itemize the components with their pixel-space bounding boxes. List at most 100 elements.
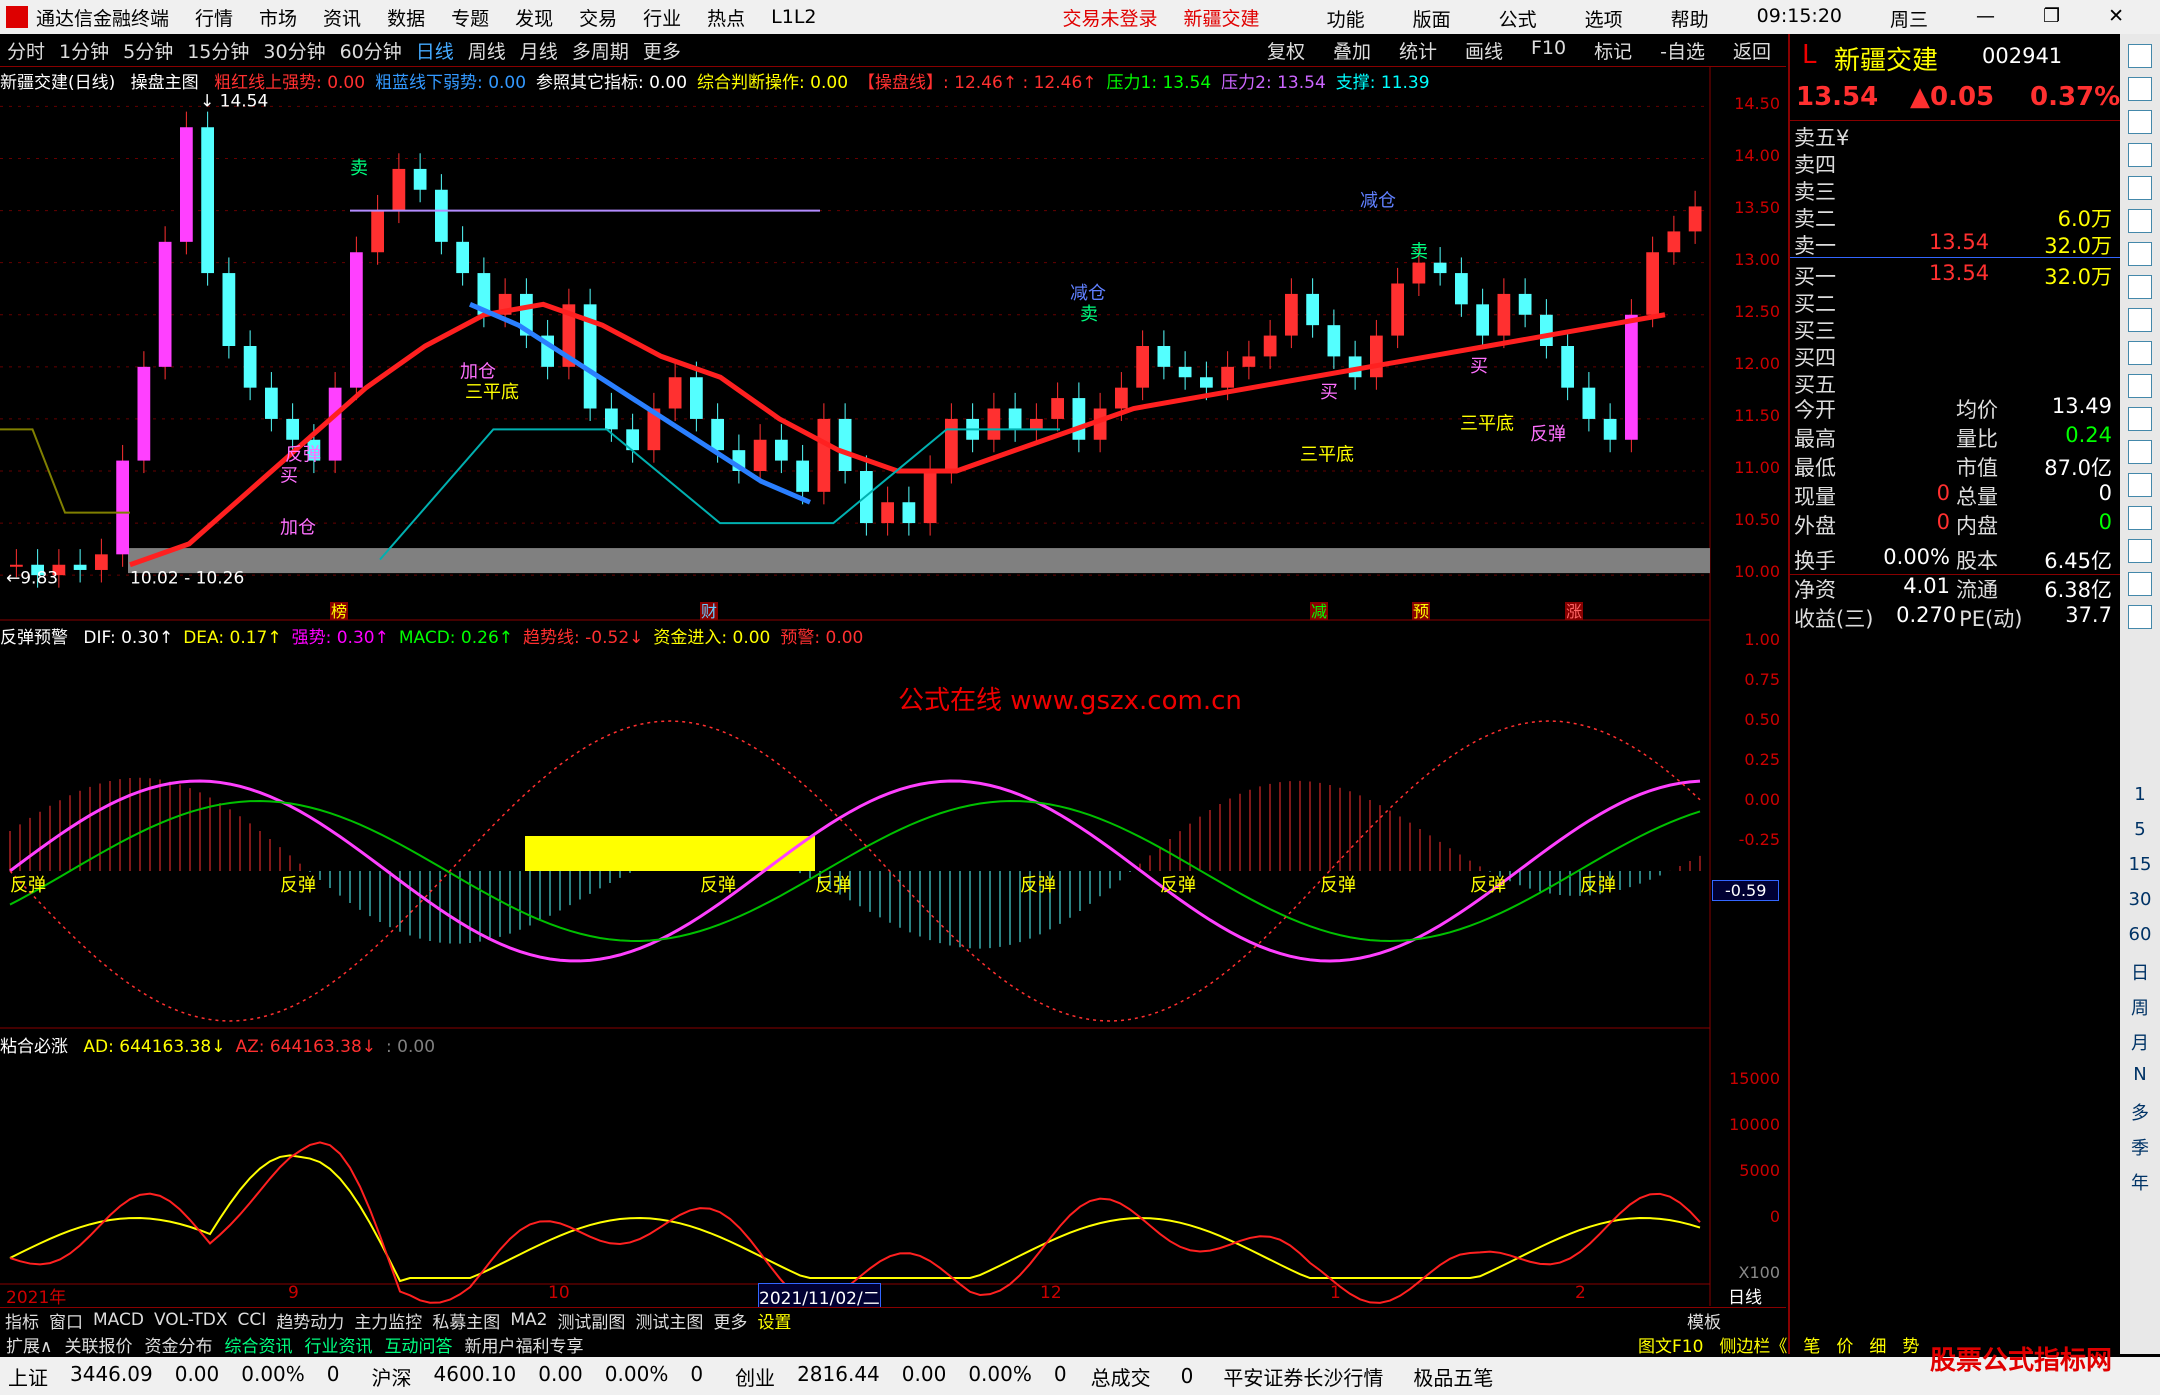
menu-item[interactable]: 市场 [259,4,297,31]
side-tool-icon[interactable] [2128,110,2152,134]
menu-item[interactable]: 交易 [579,4,617,31]
indicator-tab[interactable]: 指标 [5,1308,39,1333]
side-tool-icon[interactable] [2128,374,2152,398]
indicator-tab[interactable]: 主力监控 [354,1308,422,1333]
side-period-label[interactable]: 5 [2120,819,2160,840]
bid-row[interactable]: 买一 13.54 32.0万 [1794,261,2112,291]
side-period-label[interactable]: 60 [2120,924,2160,945]
index-quote[interactable]: 沪深 4600.10 0.00 0.00% 0 [372,1362,704,1391]
extension-tab[interactable]: 关联报价 [64,1332,132,1357]
menu-item[interactable]: 发现 [515,4,553,31]
indicator-tab[interactable]: 测试主图 [635,1308,703,1333]
extension-tab[interactable]: 资金分布 [144,1332,212,1357]
side-tool-icon[interactable] [2128,209,2152,233]
side-period-label[interactable]: N [2120,1064,2160,1085]
toolbar-btn[interactable]: 返回 [1733,37,1771,64]
ask-row[interactable]: 卖四 [1794,149,2112,179]
indicator-tab[interactable]: VOL-TDX [154,1310,228,1330]
menu-item[interactable]: 行情 [195,4,233,31]
indicator-tab[interactable]: 趋势动力 [276,1308,344,1333]
period-tab[interactable]: 周线 [468,37,506,64]
menu-item[interactable]: 资讯 [323,4,361,31]
toolbar-btn[interactable]: 叠加 [1333,37,1371,64]
menu-function[interactable]: 功能 [1327,5,1365,32]
panel-toggle[interactable]: 侧边栏《 [1719,1332,1787,1357]
extension-tab[interactable]: 行业资讯 [304,1332,372,1357]
period-tab-daily[interactable]: 日线 [416,37,454,64]
menu-formula[interactable]: 公式 [1499,5,1537,32]
side-period-label[interactable]: 多 [2120,1099,2160,1125]
extension-tab[interactable]: 扩展∧ [6,1332,52,1357]
side-tool-icon[interactable] [2128,275,2152,299]
indicator-tab[interactable]: 设置 [757,1308,791,1333]
toolbar-btn[interactable]: 画线 [1465,37,1503,64]
menu-layout[interactable]: 版面 [1413,5,1451,32]
toolbar-btn[interactable]: -自选 [1660,37,1705,64]
side-tool-icon[interactable] [2128,506,2152,530]
extension-tab[interactable]: 综合资讯 [224,1332,292,1357]
side-tool-icon[interactable] [2128,605,2152,629]
extension-tab[interactable]: 互动问答 [384,1332,452,1357]
side-period-label[interactable]: 年 [2120,1169,2160,1195]
sub1-title[interactable]: 反弹预警 [0,628,68,648]
period-tab[interactable]: 1分钟 [59,37,109,64]
index-quote[interactable]: 创业 2816.44 0.00 0.00% 0 [735,1362,1067,1391]
menu-item[interactable]: 热点 [707,4,745,31]
kline-chart[interactable]: ↓ 14.54←9.83 10.02 - 10.26卖加仓三平底反弹买加仓减仓卖减… [0,66,1712,1306]
minimize-icon[interactable]: — [1976,5,1995,32]
menu-item[interactable]: 数据 [387,4,425,31]
indicator-tab[interactable]: 窗口 [49,1308,83,1333]
side-tool-icon[interactable] [2128,407,2152,431]
side-period-label[interactable]: 15 [2120,854,2160,875]
period-tab[interactable]: 月线 [520,37,558,64]
side-tool-icon[interactable] [2128,242,2152,266]
side-tool-icon[interactable] [2128,539,2152,563]
indicator-tab[interactable]: 更多 [713,1308,747,1333]
period-tab[interactable]: 分时 [7,37,45,64]
side-tool-icon[interactable] [2128,308,2152,332]
extension-tab[interactable]: 新用户福利专享 [464,1332,583,1357]
bid-row[interactable]: 买四 [1794,342,2112,372]
period-tab-more[interactable]: 更多 [643,37,681,64]
close-icon[interactable]: ✕ [2108,5,2124,32]
ask-row[interactable]: 卖一 13.54 32.0万 [1794,230,2112,260]
indicator-tab[interactable]: MACD [93,1310,144,1330]
side-tool-icon[interactable] [2128,440,2152,464]
menu-options[interactable]: 选项 [1585,5,1623,32]
toolbar-btn[interactable]: F10 [1531,37,1566,64]
side-tool-icon[interactable] [2128,143,2152,167]
side-period-label[interactable]: 日 [2120,959,2160,985]
toolbar-btn[interactable]: 标记 [1594,37,1632,64]
indicator-tab[interactable]: CCI [238,1310,267,1330]
menu-item[interactable]: 专题 [451,4,489,31]
side-tool-icon[interactable] [2128,176,2152,200]
side-period-label[interactable]: 1 [2120,784,2160,805]
side-tool-icon[interactable] [2128,44,2152,68]
toolbar-btn[interactable]: 统计 [1399,37,1437,64]
template-button[interactable]: 模板 [1687,1308,1721,1333]
restore-icon[interactable]: ❐ [2043,5,2060,32]
toolbar-btn[interactable]: 复权 [1267,37,1305,64]
indicator-tab[interactable]: 测试副图 [557,1308,625,1333]
period-tab[interactable]: 60分钟 [340,37,402,64]
side-period-label[interactable]: 月 [2120,1029,2160,1055]
panel-toggle[interactable]: 图文F10 [1638,1332,1703,1357]
menu-item[interactable]: 行业 [643,4,681,31]
ask-row[interactable]: 卖二 6.0万 [1794,203,2112,233]
login-status[interactable]: 交易未登录 [1063,4,1158,31]
menu-help[interactable]: 帮助 [1671,5,1709,32]
side-tool-icon[interactable] [2128,572,2152,596]
menu-item[interactable]: L1L2 [771,6,816,28]
bid-row[interactable]: 买二 [1794,288,2112,318]
sub2-title[interactable]: 粘合必涨 [0,1037,68,1057]
index-quote[interactable]: 上证 3446.09 0.00 0.00% 0 [8,1362,340,1391]
period-tab[interactable]: 多周期 [572,37,629,64]
ask-row[interactable]: 卖三 [1794,176,2112,206]
ask-row[interactable]: 卖五¥ [1794,122,2112,152]
side-period-label[interactable]: 30 [2120,889,2160,910]
period-tab[interactable]: 15分钟 [187,37,249,64]
bid-row[interactable]: 买三 [1794,315,2112,345]
indicator-tab[interactable]: MA2 [510,1310,547,1330]
side-tool-icon[interactable] [2128,341,2152,365]
side-tool-icon[interactable] [2128,77,2152,101]
